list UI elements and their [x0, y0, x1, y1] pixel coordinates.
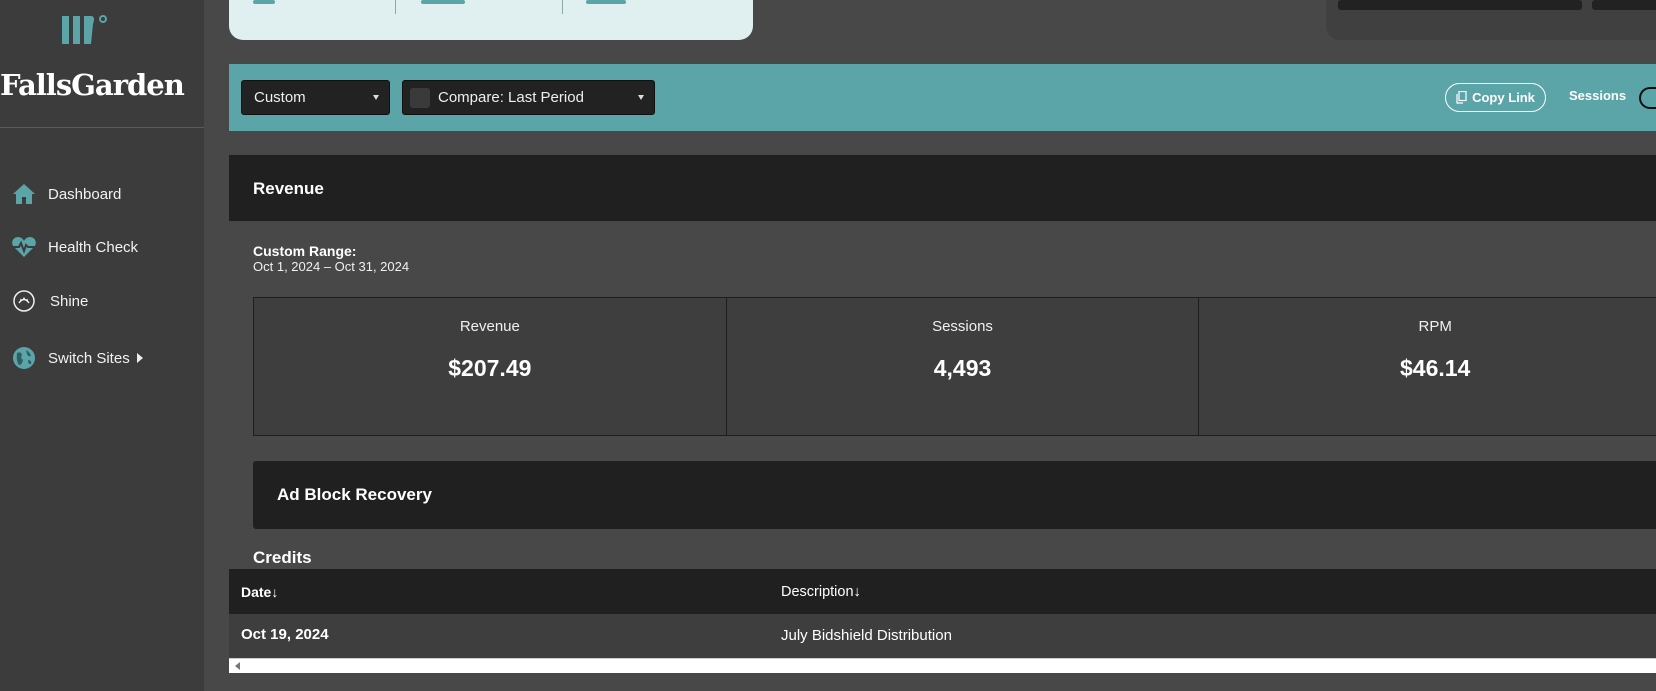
summary-value	[253, 0, 275, 4]
filter-input[interactable]	[1338, 0, 1582, 10]
stat-value: 4,493	[933, 355, 992, 381]
revenue-header: Revenue	[229, 155, 1656, 221]
copy-link-button[interactable]: Copy Link	[1445, 83, 1546, 112]
stat-label: Revenue	[459, 318, 520, 335]
copy-link-label: Copy Link	[1472, 90, 1535, 105]
cell-date: Oct 19, 2024	[241, 626, 329, 643]
stat-rpm: RPM $46.14	[1199, 298, 1656, 435]
horizontal-scrollbar[interactable]	[229, 658, 1656, 673]
toolbar: Custom Compare: Last Period Copy Link Se…	[229, 64, 1656, 131]
table-header: Date↓ Description↓	[229, 569, 1656, 614]
copy-icon	[1456, 91, 1467, 104]
sessions-toggle[interactable]	[1639, 87, 1656, 109]
sidebar-divider	[0, 127, 204, 128]
stat-value: $207.49	[448, 355, 532, 381]
table-row: Oct 19, 2024 July Bidshield Distribution	[229, 614, 1656, 658]
stat-label: RPM	[1418, 318, 1452, 335]
stat-revenue: Revenue $207.49	[254, 298, 727, 435]
caret-down-icon	[373, 95, 379, 100]
stat-sessions: Sessions 4,493	[727, 298, 1200, 435]
custom-range-value: Oct 1, 2024 – Oct 31, 2024	[253, 259, 410, 274]
stat-label: Sessions	[932, 318, 993, 335]
summary-divider	[562, 0, 563, 14]
custom-range-label: Custom Range:	[253, 243, 357, 259]
stats-panel: Revenue $207.49 Sessions 4,493 RPM $46.1…	[253, 297, 1656, 436]
sidebar-item-dashboard[interactable]: Dashboard	[0, 174, 204, 214]
sidebar-item-label: Health Check	[48, 238, 139, 256]
cell-description: July Bidshield Distribution	[781, 627, 952, 644]
logo-icon	[62, 15, 107, 44]
summary-value	[421, 0, 465, 4]
section-title: Revenue	[253, 179, 324, 198]
sidebar-item-switch-sites[interactable]: Switch Sites	[0, 338, 204, 378]
compare-select[interactable]: Compare: Last Period	[402, 80, 655, 115]
sidebar-item-label: Switch Sites	[48, 349, 130, 367]
summary-card	[229, 0, 753, 40]
home-icon	[0, 183, 48, 205]
sidebar-item-shine[interactable]: Shine	[0, 281, 204, 321]
stat-value: $46.14	[1400, 355, 1471, 381]
column-header-date[interactable]: Date↓	[241, 584, 278, 600]
column-header-description[interactable]: Description↓	[781, 584, 861, 600]
date-range-value: Custom	[254, 89, 306, 106]
summary-divider	[395, 0, 396, 14]
sidebar-item-label: Shine	[50, 292, 89, 310]
date-range-select[interactable]: Custom	[241, 80, 390, 115]
filter-input[interactable]	[1592, 0, 1656, 10]
compare-value: Compare: Last Period	[438, 89, 584, 106]
sidebar-item-health-check[interactable]: Health Check	[0, 227, 204, 267]
sidebar: FallsGarden Dashboard Health Check Shine…	[0, 0, 204, 691]
heartbeat-icon	[0, 236, 48, 258]
filters-card	[1326, 0, 1656, 40]
globe-icon	[0, 346, 48, 370]
sidebar-item-label: Dashboard	[48, 185, 122, 203]
brand-name: FallsGarden	[0, 68, 185, 102]
shine-icon	[0, 289, 48, 313]
ad-block-recovery-panel[interactable]: Ad Block Recovery	[253, 461, 1656, 529]
section-title: Ad Block Recovery	[277, 485, 432, 504]
caret-right-icon	[136, 353, 143, 363]
scroll-left-icon[interactable]	[235, 662, 240, 670]
caret-down-icon	[638, 95, 644, 100]
summary-value	[586, 0, 626, 4]
sessions-label: Sessions	[1569, 88, 1627, 103]
credits-title: Credits	[253, 548, 312, 567]
compare-checkbox[interactable]	[410, 87, 430, 108]
